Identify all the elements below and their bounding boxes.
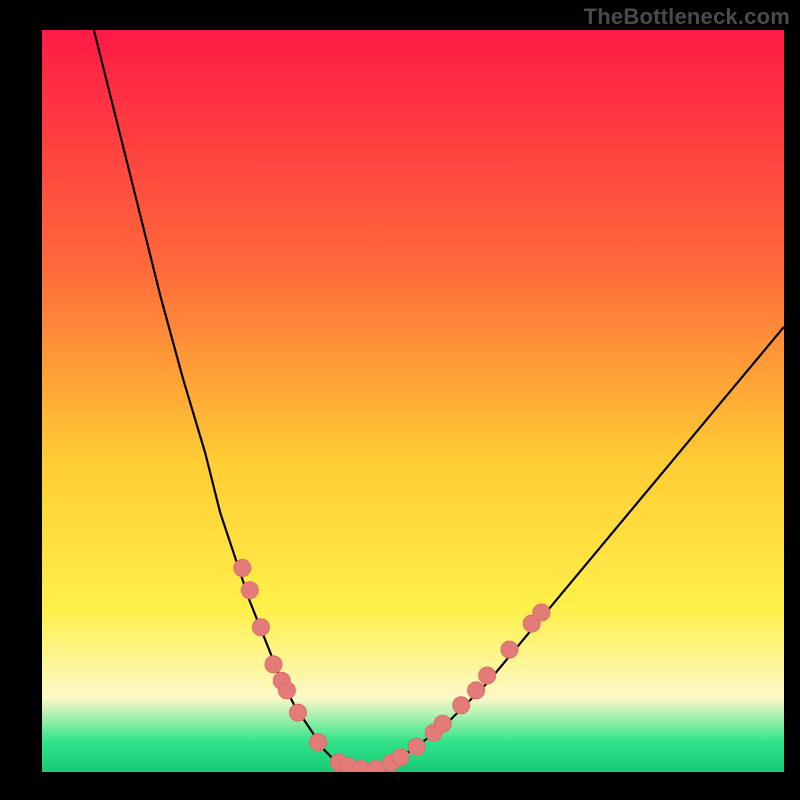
- data-marker: [468, 682, 485, 699]
- data-marker: [241, 582, 258, 599]
- data-marker: [501, 641, 518, 658]
- data-marker: [310, 734, 327, 751]
- data-marker: [252, 619, 269, 636]
- data-marker: [479, 667, 496, 684]
- data-marker: [408, 738, 425, 755]
- gradient-background: [42, 30, 784, 772]
- chart-frame: TheBottleneck.com: [0, 0, 800, 800]
- data-marker: [290, 704, 307, 721]
- plot-area: [42, 30, 784, 772]
- bottleneck-chart-svg: [42, 30, 784, 772]
- watermark-text: TheBottleneck.com: [584, 4, 790, 30]
- data-marker: [533, 604, 550, 621]
- data-marker: [453, 697, 470, 714]
- data-marker: [265, 656, 282, 673]
- data-marker: [278, 682, 295, 699]
- data-marker: [434, 715, 451, 732]
- data-marker: [392, 749, 409, 766]
- data-marker: [234, 560, 251, 577]
